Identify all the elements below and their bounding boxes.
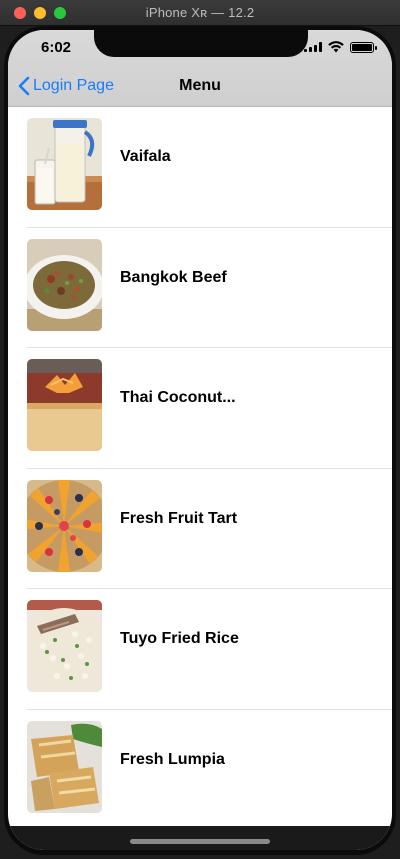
menu-item-thai-coconut[interactable]: Thai Coconut... — [8, 348, 392, 469]
menu-item-label: Fresh Fruit Tart — [120, 509, 238, 527]
menu-item-bangkok-beef[interactable]: Bangkok Beef — [8, 228, 392, 349]
simulator-window: iPhone Xʀ — 12.2 6:02 Login Page Menu Va… — [0, 0, 400, 859]
menu-item-label: Thai Coconut... — [120, 389, 236, 406]
menu-table[interactable]: Vaifala Bangkok Beef Thai Coconut... Fre… — [8, 107, 392, 830]
coconut-milk-drink-photo — [27, 118, 102, 210]
home-indicator[interactable] — [130, 839, 270, 844]
lumpia-photo — [27, 720, 102, 813]
beef-dish-photo — [27, 238, 102, 331]
window-titlebar: iPhone Xʀ — 12.2 — [0, 0, 400, 26]
menu-item-tuyo-fried-rice[interactable]: Tuyo Fried Rice — [8, 589, 392, 710]
navigation-bar: 6:02 Login Page Menu — [8, 30, 392, 107]
menu-item-fresh-lumpia[interactable]: Fresh Lumpia — [8, 710, 392, 831]
menu-item-label: Fresh Lumpia — [120, 750, 225, 768]
wifi-icon — [328, 41, 344, 53]
window-title: iPhone Xʀ — 12.2 — [145, 5, 255, 20]
menu-item-label: Bangkok Beef — [120, 268, 227, 286]
device-notch — [94, 30, 308, 57]
menu-item-label: Tuyo Fried Rice — [120, 630, 239, 647]
menu-item-fresh-fruit-tart[interactable]: Fresh Fruit Tart — [8, 469, 392, 590]
status-time: 6:02 — [41, 39, 72, 56]
menu-item-vaifala[interactable]: Vaifala — [8, 107, 392, 228]
iphone-device-frame: 6:02 Login Page Menu Vaifala Bangkok Bee… — [4, 26, 396, 855]
battery-level-fill — [352, 43, 372, 51]
fried-rice-photo — [27, 600, 102, 692]
menu-item-label: Vaifala — [120, 148, 171, 165]
page-title: Menu — [179, 77, 221, 94]
fruit-tart-photo — [27, 479, 102, 572]
battery-icon — [350, 41, 377, 53]
home-indicator-area — [8, 826, 392, 850]
coconut-cake-photo — [27, 359, 102, 451]
cellular-signal-icon — [304, 42, 322, 52]
status-icons — [304, 41, 377, 53]
device-screen: 6:02 Login Page Menu Vaifala Bangkok Bee… — [8, 30, 392, 850]
